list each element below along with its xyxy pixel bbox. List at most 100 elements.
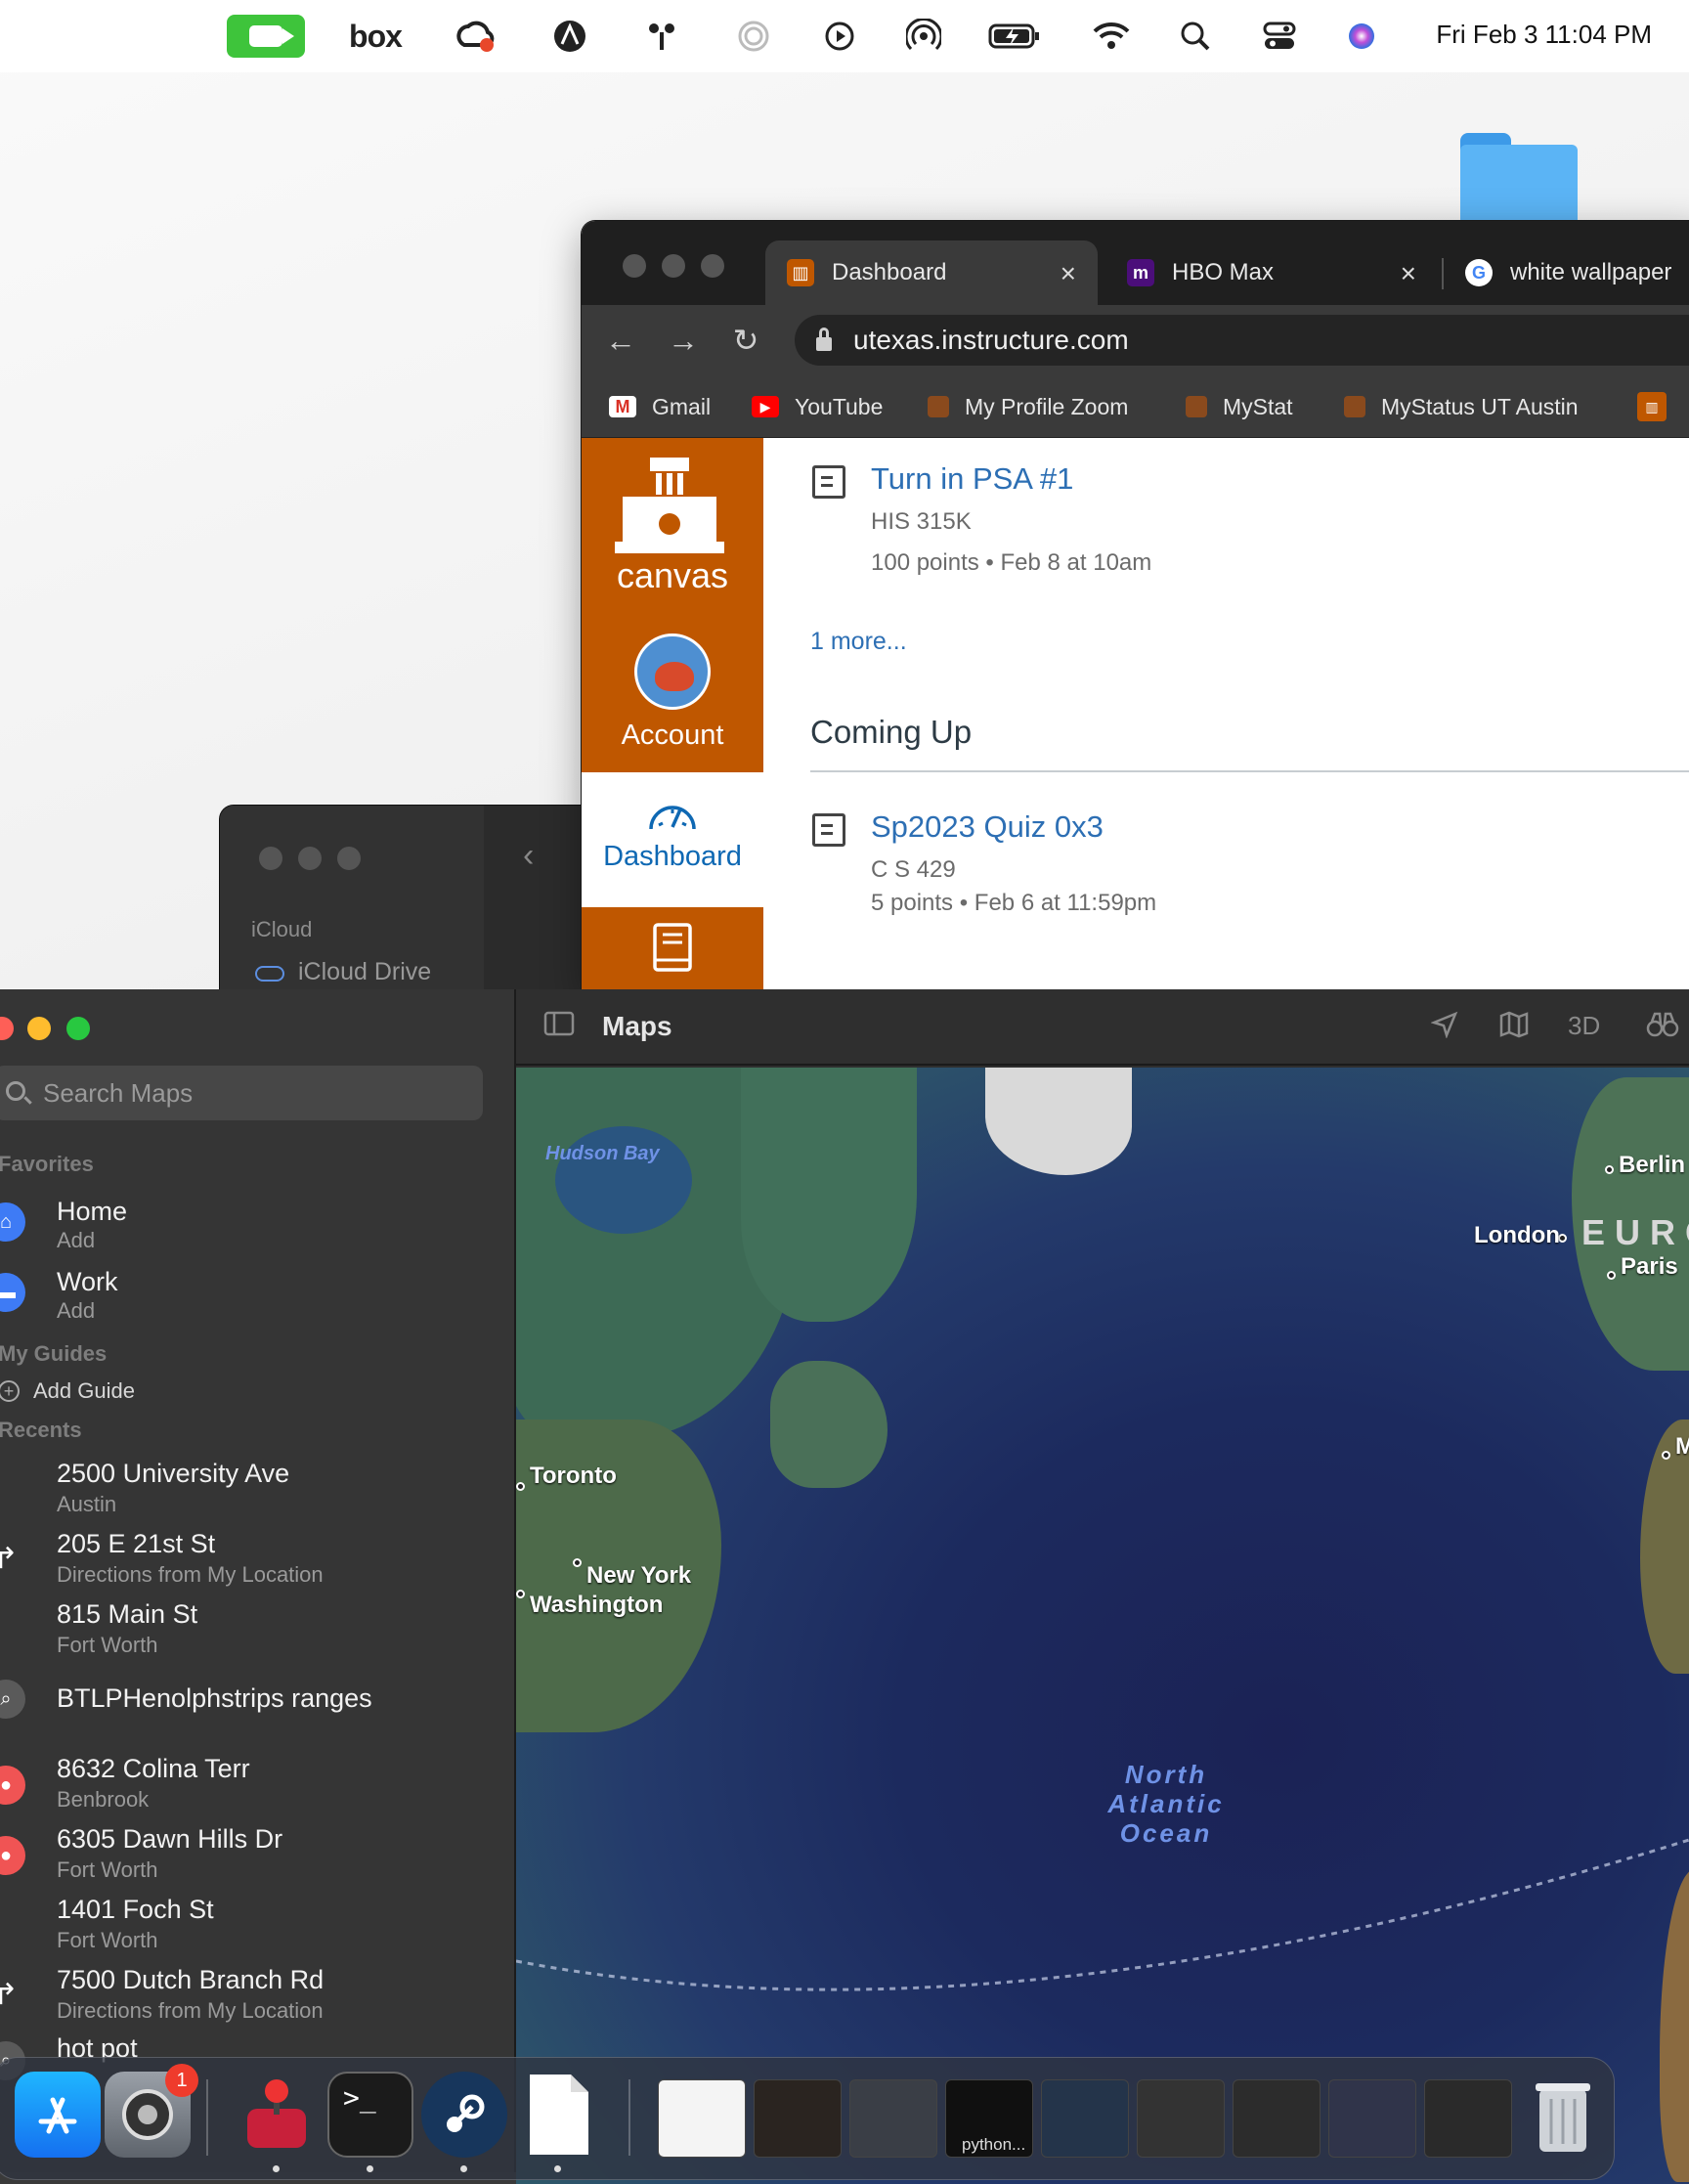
canvas-logo[interactable]: canvas [582, 438, 763, 614]
close-button[interactable] [259, 847, 282, 870]
city-marker[interactable] [516, 1590, 525, 1598]
todo-item-title[interactable]: Sp2023 Quiz 0x3 [871, 809, 1104, 845]
joystick-app-icon[interactable] [234, 2072, 320, 2158]
show-more-link[interactable]: 1 more... [810, 628, 907, 656]
tab-label: white wallpaper [1510, 259, 1672, 285]
city-label-london[interactable]: London [1474, 1222, 1560, 1249]
play-icon[interactable] [819, 16, 860, 57]
control-center-icon[interactable] [1259, 16, 1300, 57]
zoom-button[interactable] [337, 847, 361, 870]
airdrop-icon[interactable] [903, 16, 944, 57]
close-tab-icon[interactable]: × [1401, 258, 1416, 289]
zoom-button[interactable] [66, 1017, 90, 1040]
back-arrow-icon[interactable]: ← [599, 319, 642, 362]
city-marker[interactable] [516, 1482, 525, 1491]
recent-item[interactable]: 1401 Foch St [57, 1895, 214, 1925]
directions-icon: ↱ [0, 1542, 19, 1575]
minimized-steam-window[interactable] [1328, 2079, 1416, 2158]
terminal-icon[interactable]: >_ [327, 2072, 413, 2158]
box-icon[interactable]: box [348, 16, 403, 57]
creative-cloud-icon[interactable] [455, 16, 497, 57]
reload-icon[interactable]: ↻ [724, 319, 767, 362]
city-label-berlin[interactable]: Berlin [1619, 1152, 1685, 1179]
close-tab-icon[interactable]: × [1061, 258, 1076, 289]
nav-account[interactable]: Account [582, 633, 763, 764]
city-label-paris[interactable]: Paris [1621, 1253, 1678, 1281]
recent-item[interactable]: 8632 Colina Terr [57, 1754, 250, 1784]
vpn-icon[interactable] [549, 16, 590, 57]
recent-item[interactable]: 7500 Dutch Branch Rd [57, 1965, 324, 1995]
favorite-work-add[interactable]: Add [57, 1298, 95, 1324]
tab-white-wallpaper[interactable]: G white wallpaper [1444, 240, 1689, 305]
sidebar-toggle-icon[interactable] [543, 1011, 575, 1043]
nav-account-label: Account [621, 720, 724, 751]
back-chevron-icon[interactable]: ‹ [523, 837, 534, 875]
minimized-facetime-window[interactable] [754, 2079, 842, 2158]
3d-button[interactable]: 3D [1568, 1011, 1600, 1041]
minimize-button[interactable] [27, 1017, 51, 1040]
minimized-chrome-window[interactable] [658, 2079, 746, 2158]
document-icon[interactable] [515, 2072, 601, 2158]
minimize-button[interactable] [662, 254, 685, 278]
system-settings-icon[interactable]: 1 [105, 2064, 198, 2158]
city-label-new-york[interactable]: New York [586, 1562, 691, 1590]
bookmark-youtube[interactable]: ▶ YouTube [752, 391, 883, 422]
tab-dashboard[interactable]: ▥ Dashboard × [765, 240, 1098, 305]
map-mode-icon[interactable] [1499, 1011, 1529, 1045]
minimized-mail-window[interactable] [1137, 2079, 1225, 2158]
minimized-settings-window[interactable] [849, 2079, 937, 2158]
city-label-toronto[interactable]: Toronto [530, 1463, 617, 1490]
zoom-button[interactable] [701, 254, 724, 278]
nav-dashboard[interactable]: Dashboard [582, 772, 763, 907]
trash-icon[interactable] [1520, 2072, 1606, 2158]
bookmark-my-profile-zoom[interactable]: My Profile Zoom [928, 391, 1128, 422]
bookmark-mystatus-ut-austin[interactable]: MyStatus UT Austin [1344, 391, 1579, 422]
minimized-photos-window[interactable] [1424, 2079, 1512, 2158]
nav-courses[interactable] [582, 907, 763, 993]
bookmark-gmail[interactable]: M Gmail [609, 391, 711, 422]
minimized-app-window[interactable] [1233, 2079, 1321, 2158]
recent-item[interactable]: BTLPHenolphstrips ranges [57, 1683, 372, 1714]
search-input[interactable]: Search Maps [0, 1066, 483, 1120]
satellite-map[interactable]: Hudson Bay North Atlantic Ocean EURO Ber… [516, 1068, 1689, 2184]
siri-icon[interactable] [1341, 16, 1382, 57]
recent-item[interactable]: 2500 University Ave [57, 1459, 289, 1489]
favorite-work[interactable]: Work [57, 1267, 118, 1297]
city-label-washington[interactable]: Washington [530, 1592, 663, 1619]
city-marker[interactable] [1605, 1165, 1614, 1174]
city-marker[interactable] [1607, 1271, 1616, 1280]
sidebar-item-icloud-drive[interactable]: iCloud Drive [298, 958, 431, 986]
look-around-binoculars-icon[interactable] [1646, 1011, 1679, 1045]
wifi-icon[interactable] [1091, 16, 1132, 57]
recent-item[interactable]: 815 Main St [57, 1599, 197, 1630]
city-marker[interactable] [573, 1558, 582, 1567]
airplay-icon[interactable] [641, 16, 682, 57]
battery-icon[interactable] [987, 16, 1042, 57]
bookmark-canvas[interactable]: ▥ [1637, 391, 1682, 422]
city-label-partial[interactable]: M [1675, 1433, 1689, 1461]
minimized-messages-window[interactable] [1041, 2079, 1129, 2158]
add-guide-button[interactable]: Add Guide [33, 1378, 135, 1404]
todo-item-title[interactable]: Turn in PSA #1 [871, 461, 1073, 497]
close-button[interactable] [623, 254, 646, 278]
tab-hbo-max[interactable]: m HBO Max × [1105, 240, 1438, 305]
recent-item[interactable]: 205 E 21st St [57, 1529, 215, 1559]
favorite-home-add[interactable]: Add [57, 1228, 95, 1253]
address-bar[interactable]: utexas.instructure.com [795, 315, 1689, 366]
moon-icon[interactable] [733, 16, 774, 57]
desktop-folder-icon[interactable] [1460, 133, 1578, 227]
location-arrow-icon[interactable] [1430, 1011, 1458, 1045]
minimize-button[interactable] [298, 847, 322, 870]
favorite-home[interactable]: Home [57, 1197, 127, 1227]
app-store-icon[interactable] [15, 2072, 101, 2158]
bookmark-mystat[interactable]: MyStat [1186, 391, 1293, 422]
close-button[interactable] [0, 1017, 14, 1040]
recent-item[interactable]: 6305 Dawn Hills Dr [57, 1824, 282, 1855]
steam-icon[interactable] [421, 2072, 507, 2158]
city-marker[interactable] [1662, 1451, 1670, 1460]
spotlight-icon[interactable] [1175, 16, 1216, 57]
forward-arrow-icon[interactable]: → [662, 319, 705, 362]
menu-bar-clock[interactable]: Fri Feb 3 11:04 PM [1436, 20, 1652, 50]
dock-separator [628, 2079, 630, 2156]
facetime-video-icon[interactable] [227, 15, 305, 58]
